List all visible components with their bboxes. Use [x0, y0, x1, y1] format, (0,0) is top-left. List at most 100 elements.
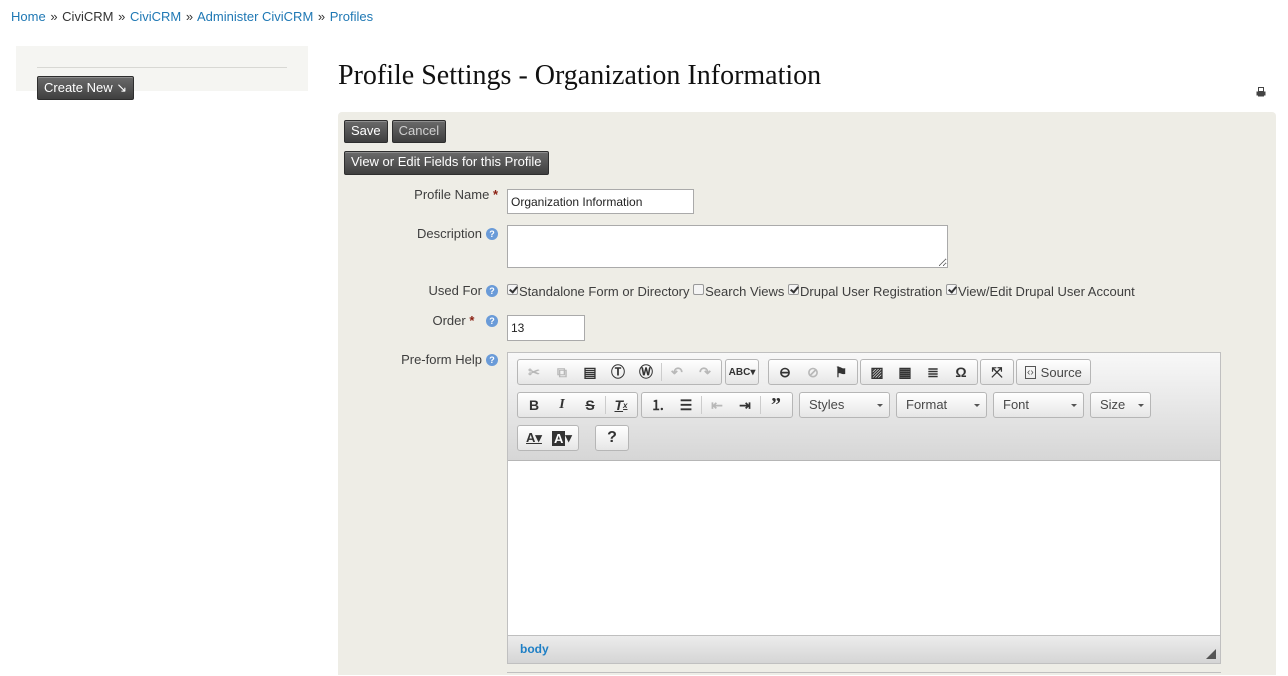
profile-name-input[interactable] — [507, 189, 694, 214]
indent-icon[interactable]: ⇥ — [731, 394, 759, 416]
size-label: Size — [1100, 397, 1126, 412]
insert-group: ▨ ▦ ≣ Ω — [860, 359, 978, 385]
pre-form-help-label-text: Pre-form Help — [401, 352, 482, 367]
editor-toolbar: ✂ ⧉ ▤ Ⓣ Ⓦ ↶ ↷ ABC▾ ⊖ ⊘ ⚑ ▨ ▦ ≣ Ω ⤧ ‹› So… — [508, 353, 1220, 461]
styles-label: Styles — [809, 397, 845, 412]
clipboard-group: ✂ ⧉ ▤ Ⓣ Ⓦ ↶ ↷ — [517, 359, 722, 385]
undo-icon[interactable]: ↶ — [663, 361, 691, 383]
toolbar-separator — [605, 396, 606, 414]
breadcrumb-home[interactable]: Home — [11, 9, 46, 24]
breadcrumb-civicrm[interactable]: CiviCRM — [130, 9, 181, 24]
profile-name-label: Profile Name * — [414, 187, 498, 202]
profile-settings-panel: Save Cancel View or Edit Fields for this … — [338, 112, 1276, 675]
numbered-list-icon[interactable]: ⒈ — [644, 394, 672, 416]
create-new-button[interactable]: Create New ↘ — [37, 76, 135, 100]
remove-format-icon[interactable]: Tx — [607, 394, 635, 416]
special-char-omega-icon[interactable]: Ω — [947, 361, 975, 383]
breadcrumb-separator: » — [50, 9, 58, 24]
size-dropdown[interactable]: Size — [1090, 392, 1151, 418]
required-mark: * — [469, 313, 475, 328]
used-for-label-text: Used For — [428, 283, 482, 298]
italic-icon[interactable]: I — [548, 394, 576, 416]
search-views-checkbox[interactable] — [693, 284, 705, 295]
table-icon[interactable]: ▦ — [891, 361, 919, 383]
pre-form-help-label: Pre-form Help? — [401, 352, 498, 367]
search-views-label[interactable]: Search Views — [705, 284, 784, 299]
paste-icon[interactable]: ▤ — [576, 361, 604, 383]
sidebar-divider — [37, 67, 287, 68]
toolbar-separator — [701, 396, 702, 414]
view-edit-fields-button[interactable]: View or Edit Fields for this Profile — [344, 151, 549, 175]
bold-icon[interactable]: B — [520, 394, 548, 416]
styles-dropdown[interactable]: Styles — [799, 392, 890, 418]
colors-group: A▾ A ▾ — [517, 425, 579, 451]
paste-word-icon[interactable]: Ⓦ — [632, 361, 660, 383]
order-input[interactable] — [507, 315, 585, 341]
printer-icon[interactable] — [1256, 87, 1266, 97]
source-button[interactable]: ‹› Source — [1016, 359, 1091, 385]
font-label: Font — [1003, 397, 1030, 412]
drupal-user-registration-label[interactable]: Drupal User Registration — [800, 284, 942, 299]
used-for-options: Standalone Form or Directory Search View… — [507, 284, 1135, 299]
link-icon[interactable]: ⊖ — [771, 361, 799, 383]
resize-handle-icon[interactable] — [1206, 649, 1216, 659]
breadcrumb-administer[interactable]: Administer CiviCRM — [197, 9, 313, 24]
editor-help-button[interactable]: ? — [598, 427, 626, 449]
description-textarea[interactable] — [507, 225, 948, 268]
copy-icon[interactable]: ⧉ — [548, 361, 576, 383]
next-field-border — [507, 672, 1221, 676]
text-color-icon[interactable]: A▾ — [520, 427, 548, 449]
horizontal-rule-icon[interactable]: ≣ — [919, 361, 947, 383]
standalone-form-label[interactable]: Standalone Form or Directory — [519, 284, 690, 299]
spellcheck-icon[interactable]: ABC▾ — [728, 361, 756, 383]
maximize-group: ⤧ — [980, 359, 1014, 385]
page-title: Profile Settings - Organization Informat… — [338, 60, 822, 91]
background-color-icon[interactable]: A ▾ — [548, 427, 576, 449]
chevron-down-icon — [877, 404, 883, 407]
anchor-flag-icon[interactable]: ⚑ — [827, 361, 855, 383]
description-label: Description? — [417, 226, 498, 241]
drupal-user-registration-checkbox[interactable] — [788, 284, 800, 295]
paste-text-icon[interactable]: Ⓣ — [604, 361, 632, 383]
unlink-icon[interactable]: ⊘ — [799, 361, 827, 383]
basic-styles-group: B I S Tx — [517, 392, 638, 418]
breadcrumb-separator: » — [118, 9, 126, 24]
breadcrumb-civicrm-text: CiviCRM — [62, 9, 114, 24]
source-label: Source — [1040, 364, 1082, 380]
element-path-body[interactable]: body — [520, 642, 549, 656]
strikethrough-icon[interactable]: S — [576, 394, 604, 416]
font-dropdown[interactable]: Font — [993, 392, 1084, 418]
view-edit-drupal-account-label[interactable]: View/Edit Drupal User Account — [958, 284, 1135, 299]
image-icon[interactable]: ▨ — [863, 361, 891, 383]
help-icon[interactable]: ? — [486, 285, 498, 297]
redo-icon[interactable]: ↷ — [691, 361, 719, 383]
maximize-icon[interactable]: ⤧ — [983, 361, 1011, 383]
help-icon[interactable]: ? — [486, 228, 498, 240]
outdent-icon[interactable]: ⇤ — [703, 394, 731, 416]
rich-text-editor: ✂ ⧉ ▤ Ⓣ Ⓦ ↶ ↷ ABC▾ ⊖ ⊘ ⚑ ▨ ▦ ≣ Ω ⤧ ‹› So… — [507, 352, 1221, 664]
toolbar-separator — [661, 363, 662, 381]
links-group: ⊖ ⊘ ⚑ — [768, 359, 858, 385]
breadcrumb-profiles[interactable]: Profiles — [330, 9, 373, 24]
format-label: Format — [906, 397, 948, 412]
editor-statusbar: body — [508, 635, 1220, 663]
format-dropdown[interactable]: Format — [896, 392, 987, 418]
editor-content-area[interactable] — [508, 461, 1220, 635]
view-edit-drupal-account-checkbox[interactable] — [945, 284, 957, 295]
breadcrumb: Home » CiviCRM » CiviCRM » Administer Ci… — [11, 9, 373, 24]
source-icon: ‹› — [1025, 365, 1036, 379]
toolbar-separator — [760, 396, 761, 414]
used-for-label: Used For? — [429, 283, 498, 298]
cancel-button[interactable]: Cancel — [391, 120, 447, 143]
help-icon[interactable]: ? — [486, 354, 498, 366]
help-group: ? — [595, 425, 629, 451]
save-button[interactable]: Save — [344, 120, 388, 143]
order-label-text: Order — [432, 313, 466, 328]
standalone-form-checkbox[interactable] — [507, 284, 518, 295]
help-icon[interactable]: ? — [486, 315, 498, 327]
cut-icon[interactable]: ✂ — [520, 361, 548, 383]
chevron-down-icon — [974, 404, 980, 407]
required-mark: * — [492, 187, 498, 202]
blockquote-icon[interactable]: ” — [762, 394, 790, 416]
bulleted-list-icon[interactable]: ☰ — [672, 394, 700, 416]
